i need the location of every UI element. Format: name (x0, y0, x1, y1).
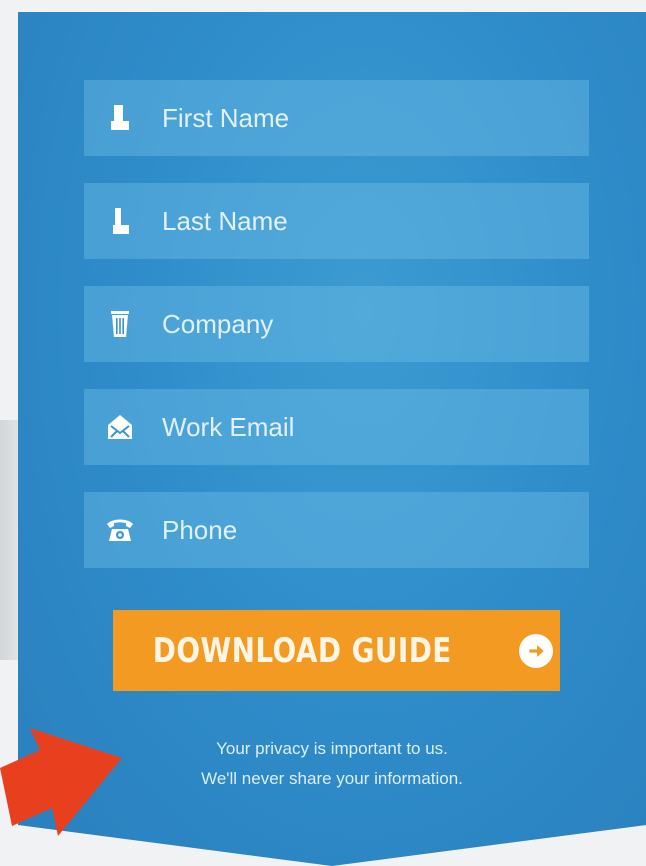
work-email-input[interactable] (162, 389, 589, 465)
person-icon (98, 199, 142, 243)
company-field (84, 286, 589, 362)
last-name-field (84, 183, 589, 259)
company-input[interactable] (162, 286, 589, 362)
work-email-field (84, 389, 589, 465)
first-name-field (84, 80, 589, 156)
download-guide-button[interactable]: DOWNLOAD GUIDE (113, 610, 560, 691)
building-icon (98, 302, 142, 346)
arrow-right-circle-icon (518, 633, 553, 668)
phone-icon (98, 508, 142, 552)
phone-input[interactable] (162, 492, 589, 568)
person-icon (98, 96, 142, 140)
first-name-input[interactable] (162, 80, 589, 156)
red-arrow-pointer (0, 728, 122, 836)
envelope-icon (98, 405, 142, 449)
download-guide-label: DOWNLOAD GUIDE (153, 630, 452, 671)
phone-field (84, 492, 589, 568)
last-name-input[interactable] (162, 183, 589, 259)
